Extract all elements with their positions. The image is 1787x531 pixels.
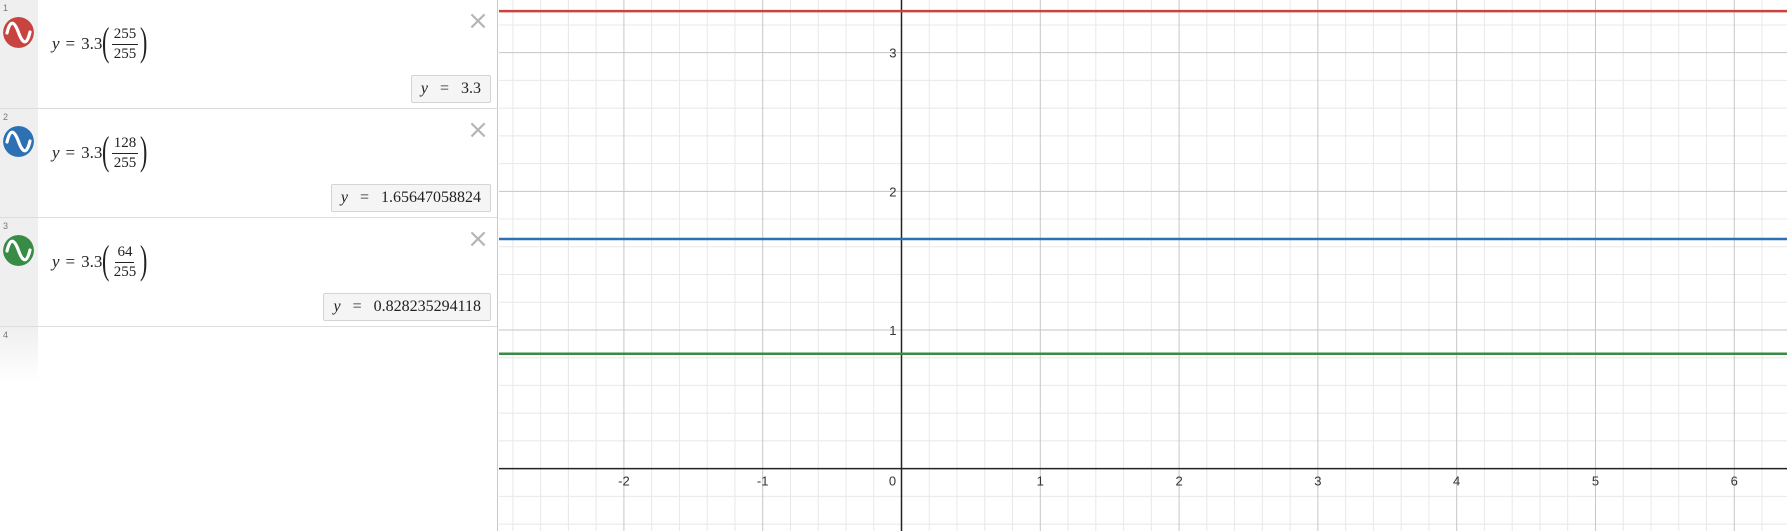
x-tick-label: -2 [618,474,630,489]
y-tick-label: 2 [889,184,896,199]
desmos-calculator: 1 y = 3.3 ( 255 255 ) × y = 3.3 2 y = 3.… [0,0,1787,531]
x-tick-label: 3 [1314,474,1321,489]
fraction: 255 255 [111,26,139,63]
expression-index: 3 [3,221,9,231]
y-tick-label: 3 [889,46,896,61]
left-paren: ( [102,237,110,282]
x-tick-label: 4 [1453,474,1460,489]
formula-coefficient: 3.3 [81,34,103,53]
x-tick-label: 6 [1731,474,1738,489]
close-icon[interactable]: × [467,8,489,34]
fraction-numerator: 128 [111,135,139,154]
left-paren: ( [102,128,110,173]
close-icon[interactable]: × [467,117,489,143]
x-tick-label: 1 [1037,474,1044,489]
formula-coefficient: 3.3 [81,143,103,162]
expression-item[interactable]: 2 y = 3.3 ( 128 255 ) × y = 1.6564705882… [0,109,497,218]
expression-gutter: 4 [0,327,38,383]
fraction-numerator: 255 [111,26,139,45]
expression-index: 4 [3,330,9,340]
evaluation-result: y = 0.828235294118 [323,293,491,321]
x-tick-label: 2 [1175,474,1182,489]
left-paren: ( [102,19,110,64]
formula-lhs: y [52,252,60,271]
graph-canvas[interactable]: -2 -1 0 1 2 3 4 5 6 1 2 3 [499,0,1787,531]
fraction-denominator: 255 [113,154,137,171]
result-value: 3.3 [461,80,481,97]
fraction: 128 255 [111,135,139,172]
result-variable: y [420,80,428,97]
expression-index: 2 [3,112,9,122]
x-tick-label: 0 [889,474,896,489]
right-paren: ) [140,128,148,173]
expression-index: 1 [3,3,9,13]
y-tick-label: 1 [889,323,896,338]
formula-coefficient: 3.3 [81,252,103,271]
expression-formula[interactable]: y = 3.3 ( 64 255 ) [52,240,148,284]
fraction-denominator: 255 [113,263,137,280]
right-paren: ) [140,19,148,64]
expression-gutter: 1 [0,0,38,108]
result-equals: = [359,189,369,206]
fraction-denominator: 255 [113,45,137,62]
formula-equals: = [65,143,76,162]
formula-lhs: y [52,143,60,162]
x-tick-label: 5 [1592,474,1599,489]
fraction: 64 255 [112,244,139,281]
evaluation-result: y = 3.3 [410,75,491,103]
expression-formula[interactable]: y = 3.3 ( 128 255 ) [52,131,148,175]
expression-gutter: 2 [0,109,38,217]
sine-wave-icon[interactable] [3,235,34,266]
formula-equals: = [65,252,76,271]
graph-svg[interactable]: -2 -1 0 1 2 3 4 5 6 1 2 3 [499,0,1787,531]
sine-wave-icon[interactable] [3,17,34,48]
expression-item[interactable]: 3 y = 3.3 ( 64 255 ) × y = 0.82823529411… [0,218,497,327]
expression-list: 1 y = 3.3 ( 255 255 ) × y = 3.3 2 y = 3.… [0,0,498,531]
result-value: 0.828235294118 [373,298,481,315]
expression-item[interactable]: 1 y = 3.3 ( 255 255 ) × y = 3.3 [0,0,497,109]
result-equals: = [352,298,362,315]
close-icon[interactable]: × [467,226,489,252]
sine-wave-icon[interactable] [3,126,34,157]
right-paren: ) [140,237,148,282]
evaluation-result: y = 1.65647058824 [330,184,491,212]
new-expression-input[interactable]: 4 [0,327,497,383]
result-value: 1.65647058824 [381,189,481,206]
formula-equals: = [65,34,76,53]
result-variable: y [333,298,341,315]
formula-lhs: y [52,34,60,53]
fraction-numerator: 64 [115,244,135,263]
expression-formula[interactable]: y = 3.3 ( 255 255 ) [52,22,148,66]
result-variable: y [340,189,348,206]
expression-gutter: 3 [0,218,38,326]
result-equals: = [439,80,449,97]
x-tick-label: -1 [757,474,769,489]
